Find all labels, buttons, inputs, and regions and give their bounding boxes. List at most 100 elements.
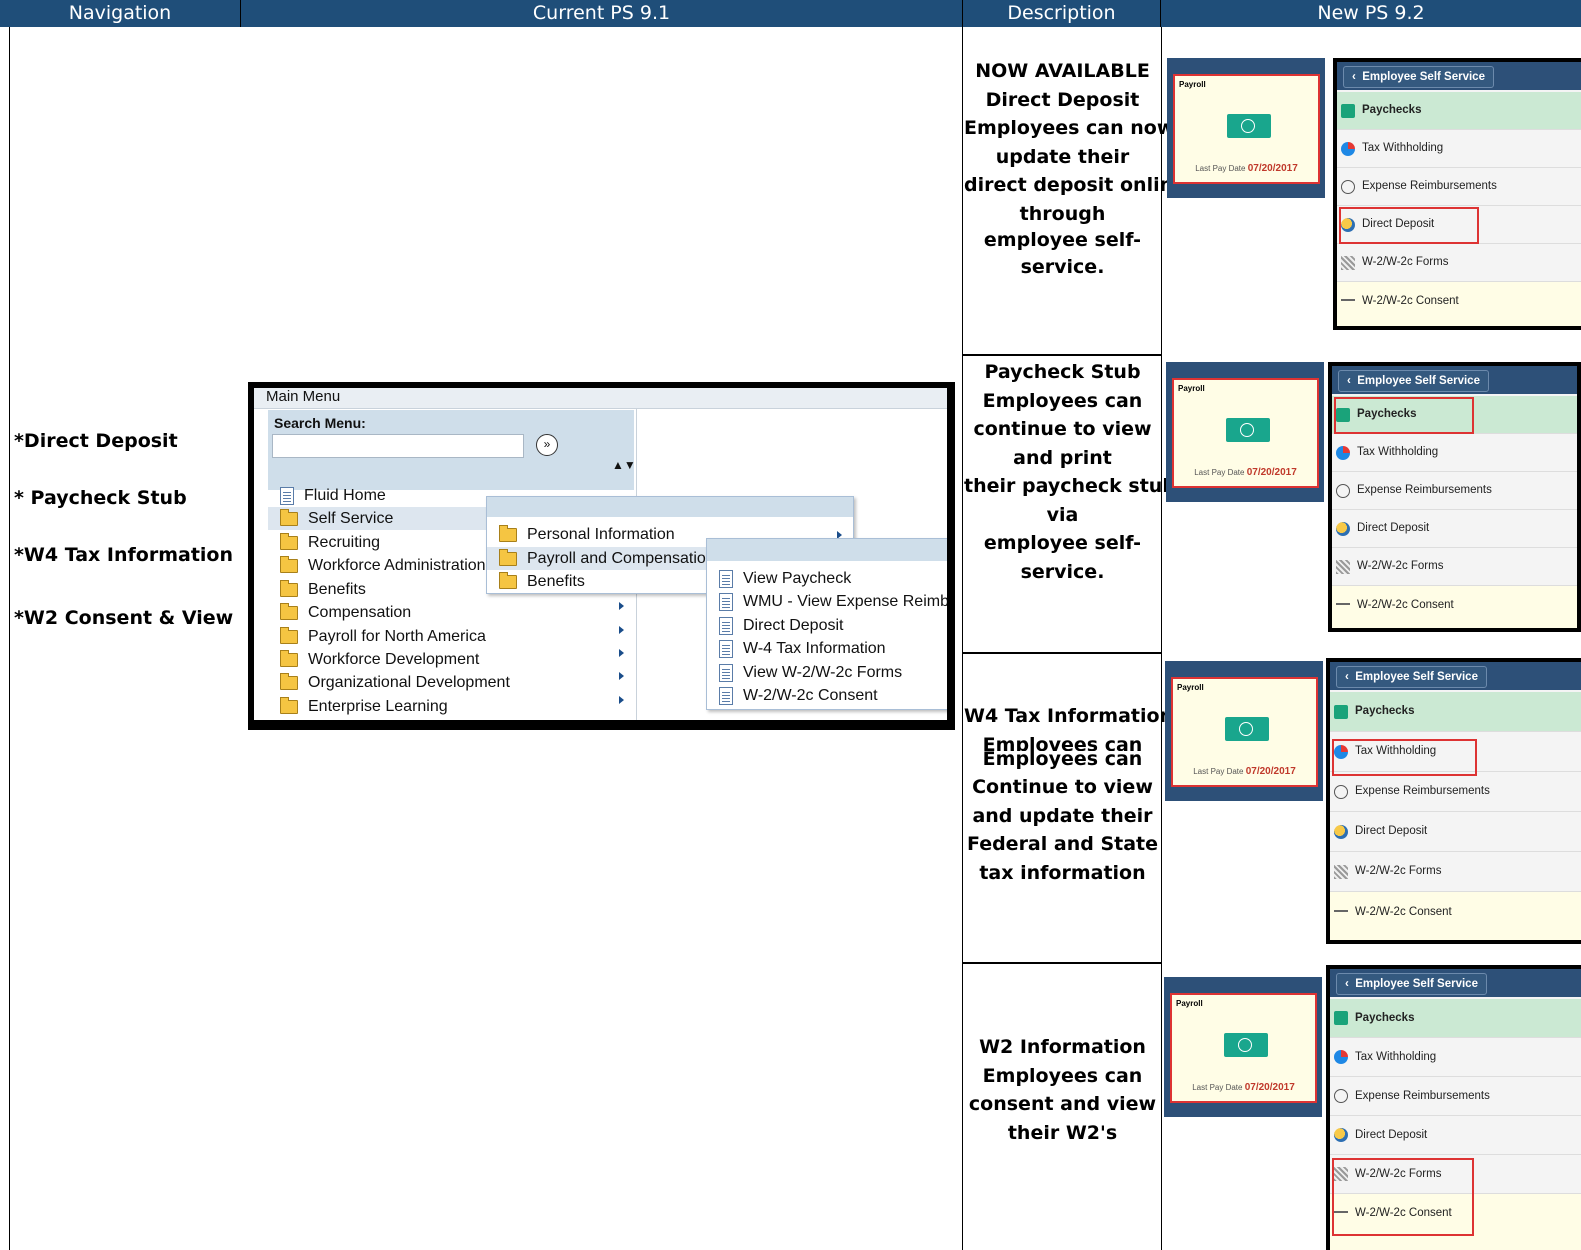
back-button[interactable]: ‹ Employee Self Service [1338, 370, 1489, 392]
submenu-item-personal-info[interactable]: Personal Information [499, 523, 675, 546]
ess-item-w2-forms[interactable]: W-2/W-2c Forms [1332, 548, 1577, 586]
highlight-box [1332, 739, 1477, 776]
menu-item-enterprise-learning[interactable]: Enterprise Learning [280, 695, 448, 718]
document-icon [280, 486, 294, 505]
search-go-icon[interactable]: » [536, 434, 558, 456]
chevron-right-icon [619, 626, 624, 634]
payroll-tile[interactable]: Payroll Last Pay Date 07/20/2017 [1165, 661, 1323, 801]
w2-forms-icon [1336, 560, 1350, 574]
submenu-item-view-expense[interactable]: WMU - View Expense Reimb. [719, 590, 947, 613]
ess-item-w2-consent[interactable]: W-2/W-2c Consent [1332, 586, 1577, 628]
document-icon [719, 616, 733, 635]
document-icon [719, 639, 733, 658]
ess-item-expense[interactable]: Expense Reimbursements [1332, 472, 1577, 510]
ess-item-tax[interactable]: Tax Withholding [1332, 434, 1577, 472]
folder-icon [280, 696, 298, 714]
ess-item-direct-deposit[interactable]: Direct Deposit [1330, 1116, 1581, 1155]
folder-icon [280, 579, 298, 597]
submenu-item-w4[interactable]: W-4 Tax Information [719, 637, 886, 660]
ess-item-w2-consent[interactable]: W-2/W-2c Consent [1330, 892, 1581, 940]
description-paycheck-stub: Paycheck Stub Employees can continue to vi… [964, 361, 1188, 583]
ess-item-paychecks[interactable]: Paychecks [1337, 92, 1581, 130]
tile-title: Payroll [1176, 999, 1203, 1008]
money-icon [1224, 1028, 1270, 1057]
sort-icon[interactable]: ▲▼ [612, 458, 636, 472]
w2-forms-icon [1334, 865, 1348, 879]
tile-title: Payroll [1179, 80, 1206, 89]
description-direct-deposit: NOW AVAILABLE Direct Deposit Employees can… [964, 60, 1187, 278]
ess-item-expense[interactable]: Expense Reimbursements [1330, 1077, 1581, 1116]
submenu-item-w2-consent[interactable]: W-2/W-2c Consent [719, 684, 878, 707]
money-icon [1225, 712, 1271, 741]
document-icon [719, 592, 733, 611]
ess-header[interactable]: ‹ Employee Self Service [1337, 62, 1581, 90]
ess-item-direct-deposit[interactable]: Direct Deposit [1330, 812, 1581, 852]
nav-w2-consent: *W2 Consent & View [14, 607, 234, 629]
ess-item-expense[interactable]: Expense Reimbursements [1337, 168, 1581, 206]
grid-line [962, 27, 963, 1250]
expense-icon [1334, 785, 1348, 799]
old-main-menu-screenshot: Main Menu Search Menu: » ▲▼ Fluid Home S… [248, 382, 955, 730]
grid-line [962, 652, 1162, 654]
header-current: Current PS 9.1 [241, 0, 963, 27]
search-input[interactable] [272, 434, 524, 458]
grid-line [962, 354, 1162, 356]
menu-item-recruiting[interactable]: Recruiting [280, 531, 380, 554]
submenu-item-view-paycheck[interactable]: View Paycheck [719, 567, 851, 590]
folder-icon [280, 555, 298, 573]
ess-item-direct-deposit[interactable]: Direct Deposit [1332, 510, 1577, 548]
back-button[interactable]: ‹ Employee Self Service [1343, 66, 1494, 88]
submenu-item-direct-deposit[interactable]: Direct Deposit [719, 614, 843, 637]
ess-panel: ‹ Employee Self Service Paychecks Tax Wi… [1333, 58, 1581, 330]
ess-item-paychecks[interactable]: Paychecks [1330, 692, 1581, 732]
tax-icon [1336, 446, 1350, 460]
grid-line [9, 27, 10, 1250]
tile-date: Last Pay Date 07/20/2017 [1192, 1082, 1295, 1093]
search-panel: Search Menu: » ▲▼ [268, 410, 636, 490]
menu-item-workforce-dev[interactable]: Workforce Development [280, 648, 479, 671]
payroll-tile[interactable]: Payroll Last Pay Date 07/20/2017 [1166, 362, 1324, 502]
menu-item-payroll-na[interactable]: Payroll for North America [280, 625, 486, 648]
nav-direct-deposit: *Direct Deposit [14, 430, 178, 452]
submenu-item-w2-forms[interactable]: View W-2/W-2c Forms [719, 661, 902, 684]
menu-item-benefits[interactable]: Benefits [280, 578, 366, 601]
ess-item-paychecks[interactable]: Paychecks [1330, 999, 1581, 1038]
ess-item-w2-consent[interactable]: W-2/W-2c Consent [1337, 282, 1581, 326]
folder-icon [280, 508, 298, 526]
ess-header[interactable]: ‹ Employee Self Service [1330, 662, 1581, 690]
back-button[interactable]: ‹ Employee Self Service [1336, 973, 1487, 995]
payroll-tile[interactable]: Payroll Last Pay Date 07/20/2017 [1164, 977, 1322, 1117]
ess-item-tax[interactable]: Tax Withholding [1337, 130, 1581, 168]
grid-line [1161, 27, 1162, 1250]
menu-item-org-dev[interactable]: Organizational Development [280, 671, 510, 694]
consent-icon [1341, 299, 1355, 305]
header-description: Description [963, 0, 1161, 27]
back-button[interactable]: ‹ Employee Self Service [1336, 666, 1487, 688]
ess-item-tax[interactable]: Tax Withholding [1330, 1038, 1581, 1077]
ess-item-expense[interactable]: Expense Reimbursements [1330, 772, 1581, 812]
folder-icon [280, 626, 298, 644]
ess-panel: ‹ Employee Self Service Paychecks Tax Wi… [1328, 362, 1581, 632]
menu-item-fluid-home[interactable]: Fluid Home [280, 484, 386, 507]
submenu-item-benefits[interactable]: Benefits [499, 570, 585, 593]
menu-item-workforce-admin[interactable]: Workforce Administration [280, 554, 486, 577]
direct-deposit-icon [1334, 1128, 1348, 1142]
paycheck-icon [1334, 705, 1348, 719]
main-menu-title[interactable]: Main Menu [266, 388, 340, 405]
ess-header[interactable]: ‹ Employee Self Service [1330, 969, 1581, 997]
description-w4: W4 Tax Information Emplovees can Employe… [964, 705, 1174, 884]
menu-item-compensation[interactable]: Compensation [280, 601, 411, 624]
main-menu-bar[interactable]: Main Menu [254, 388, 947, 409]
ess-header[interactable]: ‹ Employee Self Service [1332, 366, 1577, 394]
ess-item-w2-forms[interactable]: W-2/W-2c Forms [1330, 852, 1581, 892]
ess-item-w2-forms[interactable]: W-2/W-2c Forms [1337, 244, 1581, 282]
payroll-tile[interactable]: Payroll Last Pay Date 07/20/2017 [1167, 58, 1325, 198]
header-navigation: Navigation [0, 0, 241, 27]
description-w2: W2 Information Employees can consent and v… [968, 1036, 1157, 1144]
folder-icon [280, 649, 298, 667]
highlight-box [1339, 207, 1479, 244]
grid-line [962, 962, 1162, 964]
submenu-header [487, 497, 853, 517]
money-icon [1227, 109, 1273, 138]
tile-date: Last Pay Date 07/20/2017 [1193, 766, 1296, 777]
